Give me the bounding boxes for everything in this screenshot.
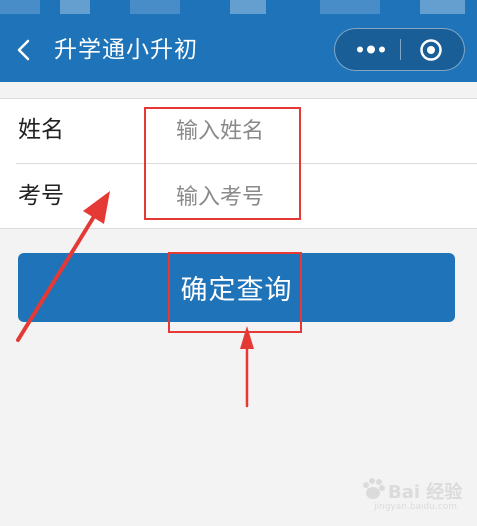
button-highlight-box xyxy=(168,252,302,333)
screen: 升学通小升初 姓名 考号 确定查询 xyxy=(0,0,477,526)
status-bar xyxy=(0,0,477,18)
exam-number-label: 考号 xyxy=(18,183,64,209)
paw-logo-icon xyxy=(363,478,385,499)
name-label: 姓名 xyxy=(18,117,64,143)
watermark-url: jingyan.baidu.com xyxy=(374,502,458,512)
nav-header: 升学通小升初 xyxy=(0,18,477,82)
more-dots-icon[interactable] xyxy=(353,29,389,70)
target-circle-icon[interactable] xyxy=(419,38,443,62)
inputs-highlight-box xyxy=(144,107,301,220)
page-title: 升学通小升初 xyxy=(54,37,198,63)
mini-program-capsule xyxy=(334,28,465,71)
baidu-watermark: Bai 经验 jingyan.baidu.com xyxy=(360,474,470,520)
chevron-left-icon[interactable] xyxy=(14,36,36,64)
capsule-divider xyxy=(400,39,401,60)
watermark-brand: Bai 经验 xyxy=(388,482,463,503)
